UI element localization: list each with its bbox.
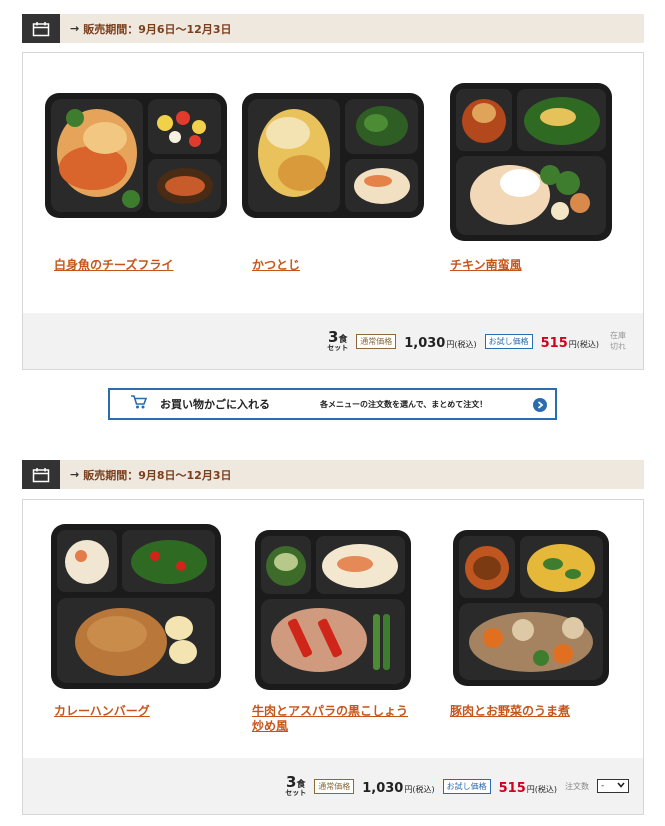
product-link-white-fish[interactable]: 白身魚のチーズフライ — [54, 258, 173, 273]
cart-icon — [130, 394, 148, 414]
calendar-icon — [22, 14, 60, 43]
add-to-cart-button[interactable]: お買い物かごに入れる 各メニューの注文数を選んで、まとめて注文！ — [108, 388, 557, 420]
set-count: 3食 セット — [327, 328, 349, 352]
product-link-chicken-nanban[interactable]: チキン南蛮風 — [450, 258, 522, 273]
product-link-curry-hamburg[interactable]: カレーハンバーグ — [54, 704, 150, 719]
product-image-chicken-nanban[interactable] — [450, 83, 612, 245]
quantity-select[interactable]: - — [597, 779, 629, 793]
product-link-katsutoji[interactable]: かつとじ — [252, 258, 300, 273]
product-image-white-fish[interactable] — [45, 93, 227, 222]
product-image-katsutoji[interactable] — [242, 93, 424, 222]
sales-period: → 販売期間：9月8日～12月3日 — [70, 467, 232, 483]
product-link-beef-asparagus[interactable]: 牛肉とアスパラの黒こしょう 炒め風 — [252, 704, 408, 734]
trial-price: 515円(税込) — [498, 780, 557, 796]
regular-price: 1,030円(税込) — [362, 780, 435, 796]
section-2-header: → 販売期間：9月8日～12月3日 — [22, 460, 644, 489]
price-bar-1: 3食 セット 通常価格 1,030円(税込) お試し価格 515円(税込) 在庫… — [23, 313, 643, 369]
trial-price: 515円(税込) — [540, 335, 599, 351]
chevron-down-icon — [617, 781, 625, 791]
add-to-cart-description: 各メニューの注文数を選んで、まとめて注文！ — [320, 399, 488, 409]
product-image-curry-hamburg[interactable] — [51, 524, 221, 693]
arrow-right-icon: → — [70, 22, 80, 35]
product-card-1: 白身魚のチーズフライ かつとじ チキン南蛮風 3食 セット 通常価格 1,030… — [22, 52, 644, 370]
out-of-stock-label: 在庫 切れ — [610, 331, 626, 351]
regular-price-tag: 通常価格 — [314, 778, 355, 794]
product-card-2: カレーハンバーグ 牛肉とアスパラの黒こしょう 炒め風 豚肉とお野菜のうま煮 3食… — [22, 499, 644, 815]
product-link-pork-vegetable-stew[interactable]: 豚肉とお野菜のうま煮 — [450, 704, 570, 719]
section-1-header: → 販売期間：9月6日～12月3日 — [22, 14, 644, 43]
trial-price-tag: お試し価格 — [442, 778, 491, 794]
add-to-cart-label: お買い物かごに入れる — [160, 398, 270, 411]
product-image-pork-vegetable-stew[interactable] — [453, 530, 609, 690]
sales-period-text: 販売期間：9月8日～12月3日 — [83, 468, 232, 482]
set-count: 3食 セット — [285, 773, 307, 797]
trial-price-tag: お試し価格 — [484, 333, 533, 349]
regular-price: 1,030円(税込) — [404, 335, 477, 351]
product-image-beef-asparagus[interactable] — [255, 530, 411, 694]
price-bar-2: 3食 セット 通常価格 1,030円(税込) お試し価格 515円(税込) 注文… — [23, 758, 643, 814]
chevron-right-icon — [533, 397, 547, 416]
arrow-right-icon: → — [70, 468, 80, 481]
regular-price-tag: 通常価格 — [356, 333, 397, 349]
calendar-icon — [22, 460, 60, 489]
sales-period: → 販売期間：9月6日～12月3日 — [70, 21, 232, 37]
sales-period-text: 販売期間：9月6日～12月3日 — [83, 22, 232, 36]
quantity-label: 注文数 — [565, 781, 589, 791]
